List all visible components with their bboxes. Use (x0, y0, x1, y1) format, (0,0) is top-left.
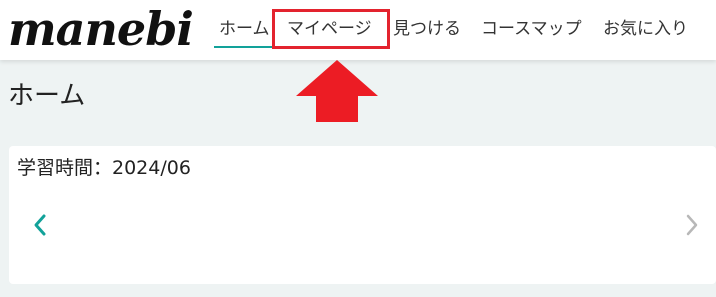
annotation-highlight-box (272, 9, 390, 49)
active-tab-indicator (214, 46, 272, 48)
nav-item-discover[interactable]: 見つける (393, 14, 461, 44)
study-time-card: 学習時間：2024/06 (9, 146, 716, 284)
chevron-left-icon[interactable] (31, 212, 49, 238)
top-navigation-bar: manebi ホーム マイページ 見つける コースマップ お気に入り (0, 0, 716, 60)
nav-item-home[interactable]: ホーム (219, 14, 270, 44)
study-time-title: 学習時間：2024/06 (17, 157, 191, 179)
nav-item-favorites[interactable]: お気に入り (603, 14, 688, 44)
chevron-right-icon[interactable] (683, 212, 701, 238)
annotation-arrow-up-icon (296, 60, 378, 122)
page-title: ホーム (8, 81, 86, 111)
nav-item-course-map[interactable]: コースマップ (481, 14, 582, 44)
manebi-logo[interactable]: manebi (8, 0, 194, 58)
